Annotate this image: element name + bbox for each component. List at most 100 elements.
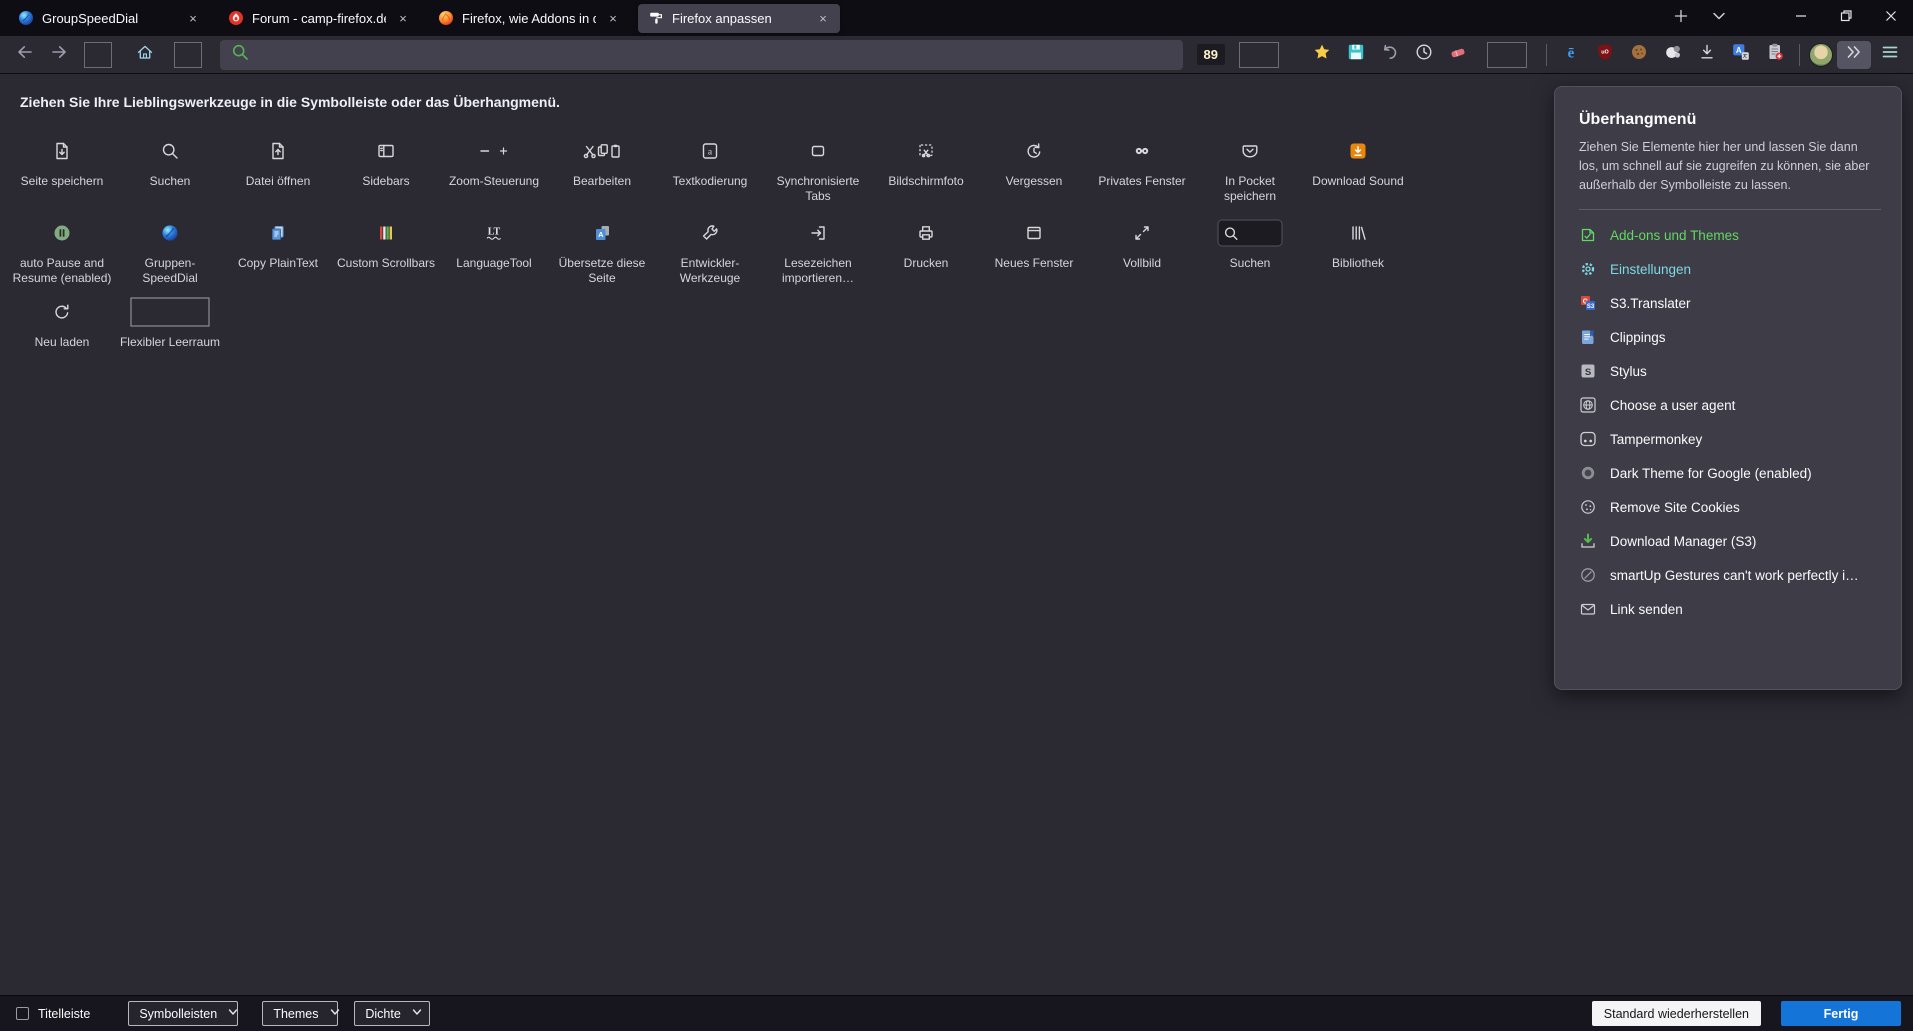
overflow-menu-item[interactable]: Clippings [1579, 320, 1881, 354]
customize-toolbar-item[interactable]: Datei öffnen [224, 133, 332, 204]
window-restore-button[interactable] [1823, 0, 1868, 36]
customize-toolbar-item[interactable]: Copy PlainText [224, 215, 332, 286]
titlebar-checkbox[interactable] [16, 1007, 29, 1020]
browser-tab[interactable]: Firefox anpassen × [638, 4, 840, 33]
home-button[interactable] [130, 41, 160, 69]
download-icon [1697, 42, 1717, 67]
customize-toolbar-item[interactable]: A Übersetze diese Seite [548, 215, 656, 286]
new-tab-button[interactable] [1666, 4, 1696, 32]
toolbar-drop-target[interactable] [84, 42, 112, 68]
overflow-menu-item[interactable]: Remove Site Cookies [1579, 490, 1881, 524]
customize-toolbar-item[interactable]: Drucken [872, 215, 980, 286]
toolbar-separator [1546, 44, 1547, 66]
app-menu-button[interactable] [1875, 41, 1905, 69]
customize-toolbar-item[interactable]: Gruppen-SpeedDial [116, 215, 224, 286]
overflow-menu-item[interactable]: Einstellungen [1579, 252, 1881, 286]
themes-dropdown-label: Themes [273, 1007, 318, 1021]
customize-toolbar-item[interactable]: LT LanguageTool [440, 215, 548, 286]
enhancer-extension-button[interactable]: ē [1556, 41, 1586, 69]
history-button[interactable] [1409, 41, 1439, 69]
customize-toolbar-item[interactable]: Vergessen [980, 133, 1088, 204]
customize-toolbar-item[interactable]: a Textkodierung [656, 133, 764, 204]
restore-defaults-button[interactable]: Standard wiederherstellen [1592, 1001, 1761, 1026]
cookie-extension-button[interactable] [1624, 41, 1654, 69]
browser-tab[interactable]: GroupSpeedDial × [8, 4, 210, 33]
url-search-bar[interactable] [220, 40, 1183, 70]
customize-toolbar-item[interactable]: Seite speichern [8, 133, 116, 204]
density-dropdown[interactable]: Dichte [354, 1001, 430, 1026]
toolbar-item-label: Synchronisierte Tabs [766, 174, 870, 204]
overflow-menu-item[interactable]: smartUp Gestures can't work perfectly i… [1579, 558, 1881, 592]
overflow-menu-item[interactable]: Dark Theme for Google (enabled) [1579, 456, 1881, 490]
toolbar-drop-target[interactable] [1239, 42, 1279, 68]
window-close-button[interactable] [1868, 0, 1913, 36]
profile-avatar[interactable] [1809, 43, 1833, 67]
floppy-disk-icon [1346, 42, 1366, 67]
list-tabs-button[interactable] [1704, 4, 1734, 32]
clippings-extension-button[interactable] [1760, 41, 1790, 69]
translate-extension-button[interactable]: A [1726, 41, 1756, 69]
overflow-item-icon [1579, 396, 1597, 414]
themes-dropdown[interactable]: Themes [262, 1001, 338, 1026]
eraser-button[interactable] [1443, 41, 1473, 69]
overflow-menu-item[interactable]: Link senden [1579, 592, 1881, 626]
customize-toolbar-item[interactable]: Bibliothek [1304, 215, 1412, 286]
customize-toolbar-item[interactable]: Bearbeiten [548, 133, 656, 204]
overflow-item-label: Stylus [1610, 364, 1647, 379]
done-button[interactable]: Fertig [1781, 1001, 1901, 1026]
browser-tab[interactable]: Firefox, wie Addons in der Men × [428, 4, 630, 33]
customize-toolbar-item[interactable]: Suchen [1196, 215, 1304, 286]
toolbar-item-icon [52, 294, 72, 330]
undo-button[interactable] [1375, 41, 1405, 69]
toolbar-item-icon [916, 133, 936, 169]
tab-favicon [228, 10, 244, 26]
customize-toolbar-item[interactable]: Zoom-Steuerung [440, 133, 548, 204]
toolbar-drop-target[interactable] [174, 42, 202, 68]
customize-toolbar-item[interactable]: Synchronisierte Tabs [764, 133, 872, 204]
overflow-menu-item[interactable]: S Stylus [1579, 354, 1881, 388]
customize-toolbar-item[interactable]: Suchen [116, 133, 224, 204]
customize-toolbar-item[interactable]: Custom Scrollbars [332, 215, 440, 286]
back-button[interactable] [10, 41, 40, 69]
chevron-down-icon [1709, 6, 1729, 31]
tab-title: Firefox, wie Addons in der Men [462, 11, 596, 26]
tab-strip: GroupSpeedDial × Forum - camp-firefox.de… [8, 4, 848, 33]
customize-toolbar-item[interactable]: Entwickler-Werkzeuge [656, 215, 764, 286]
tab-close-icon[interactable]: × [394, 9, 412, 27]
zoom-level-badge[interactable]: 89 [1197, 44, 1225, 65]
overflow-menu-item[interactable]: Add-ons und Themes [1579, 218, 1881, 252]
window-minimize-button[interactable] [1778, 0, 1823, 36]
customize-toolbar-item[interactable]: Flexibler Leerraum [116, 294, 224, 350]
overflow-menu-item[interactable]: Choose a user agent [1579, 388, 1881, 422]
tab-close-icon[interactable]: × [604, 9, 622, 27]
gestures-extension-button[interactable] [1658, 41, 1688, 69]
toolbar-drop-target[interactable] [1487, 42, 1527, 68]
customize-toolbar-item[interactable]: Sidebars [332, 133, 440, 204]
bookmark-star-button[interactable] [1307, 41, 1337, 69]
forward-button[interactable] [44, 41, 74, 69]
downloads-button[interactable] [1692, 41, 1722, 69]
tab-close-icon[interactable]: × [184, 9, 202, 27]
ublock-origin-button[interactable]: uO [1590, 41, 1620, 69]
customize-toolbar-item[interactable]: Bildschirmfoto [872, 133, 980, 204]
toolbar-item-icon [268, 215, 288, 251]
session-save-button[interactable] [1341, 41, 1371, 69]
tab-close-icon[interactable]: × [814, 9, 832, 27]
overflow-item-icon [1579, 430, 1597, 448]
customize-toolbar-item[interactable]: Privates Fenster [1088, 133, 1196, 204]
customize-toolbar-item[interactable]: Vollbild [1088, 215, 1196, 286]
customize-toolbar-item[interactable]: Lesezeichen importieren… [764, 215, 872, 286]
overflow-menu-button[interactable] [1837, 41, 1871, 69]
customize-toolbar-item[interactable]: Neues Fenster [980, 215, 1088, 286]
close-icon [1881, 6, 1901, 31]
customize-toolbar-item[interactable]: In Pocket speichern [1196, 133, 1304, 204]
toolbars-dropdown[interactable]: Symbolleisten [128, 1001, 238, 1026]
browser-tab[interactable]: Forum - camp-firefox.de × [218, 4, 420, 33]
tab-favicon [648, 10, 664, 26]
overflow-menu-item[interactable]: Download Manager (S3) [1579, 524, 1881, 558]
overflow-menu-item[interactable]: Tampermonkey [1579, 422, 1881, 456]
customize-toolbar-item[interactable]: Download Sound [1304, 133, 1412, 204]
customize-toolbar-item[interactable]: auto Pause and Resume (enabled) [8, 215, 116, 286]
customize-toolbar-item[interactable]: Neu laden [8, 294, 116, 350]
overflow-menu-item[interactable]: GS3 S3.Translater [1579, 286, 1881, 320]
